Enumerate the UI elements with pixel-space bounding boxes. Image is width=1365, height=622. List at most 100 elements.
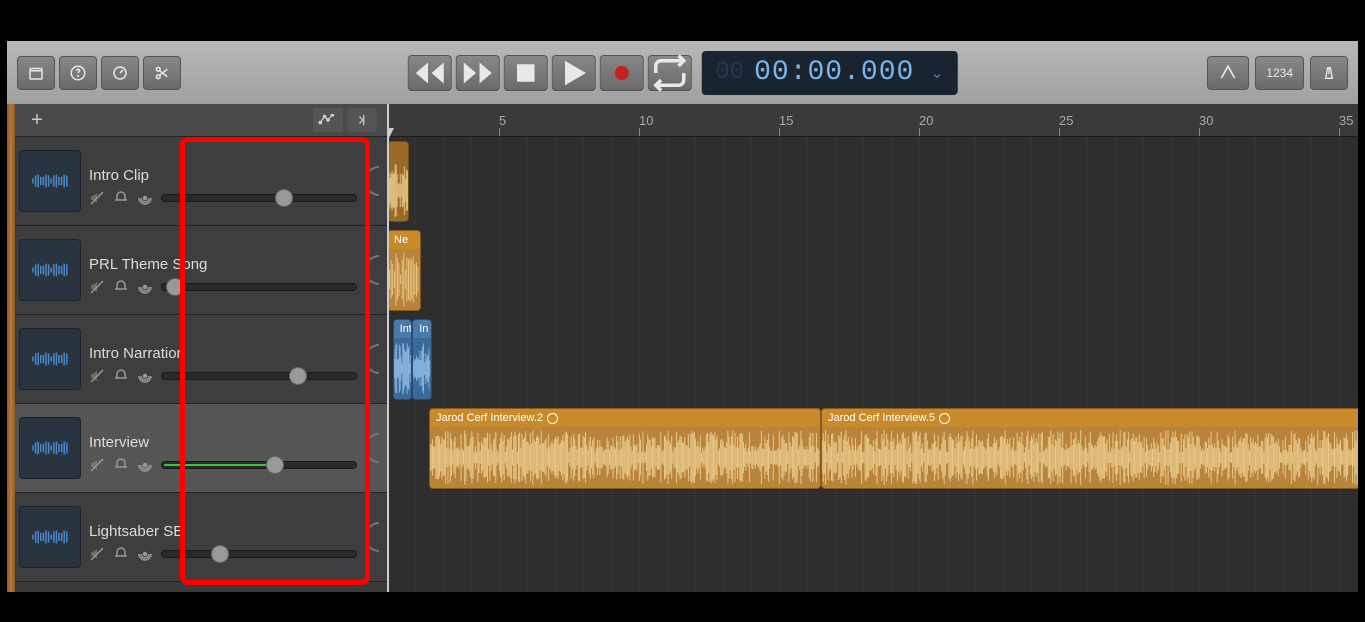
clip-label: In [413, 320, 431, 338]
lcd-time: 00:00.000 [754, 57, 914, 88]
audio-clip[interactable]: Jarod Cerf Interview.5 [821, 408, 1358, 489]
track-info: Intro Clip [89, 157, 357, 206]
mute-icon[interactable] [89, 457, 105, 473]
volume-slider[interactable] [161, 546, 357, 562]
audio-clip[interactable]: Jarod Cerf Interview.2 [429, 408, 821, 489]
ruler-tick: 35 [1339, 104, 1353, 136]
cycle-button[interactable] [647, 55, 691, 91]
catch-playhead-button[interactable] [347, 108, 377, 132]
pan-knob[interactable] [365, 255, 379, 285]
timeline-ruler[interactable]: 5101520253035 [387, 104, 1358, 137]
ruler-tick: 30 [1199, 104, 1213, 136]
lcd-dropdown-icon[interactable]: ⌄ [930, 63, 943, 83]
grid-line-minor [919, 137, 920, 592]
forward-button[interactable] [455, 55, 499, 91]
track-row[interactable]: PRL Theme Song [15, 226, 387, 315]
scissors-button[interactable] [143, 56, 181, 90]
grid-line-minor [471, 137, 472, 592]
ruler-tick: 10 [639, 104, 653, 136]
help-button[interactable] [59, 56, 97, 90]
mute-icon[interactable] [89, 190, 105, 206]
input-icon[interactable] [137, 457, 153, 473]
pan-knob[interactable] [365, 166, 379, 196]
track-row[interactable]: Intro Narration [15, 315, 387, 404]
mute-icon[interactable] [89, 279, 105, 295]
grid-line-minor [947, 137, 948, 592]
timeline-area[interactable]: 5101520253035 Ne Int In Jarod Cerf Inter… [387, 104, 1358, 592]
tuner-button[interactable] [101, 56, 139, 90]
audio-clip[interactable]: In [412, 319, 432, 400]
volume-slider[interactable] [161, 368, 357, 384]
track-row[interactable]: Interview [15, 404, 387, 493]
note-editor-button[interactable] [1207, 56, 1249, 90]
track-panel-header: + [15, 104, 387, 137]
main-workspace: + Intro Clip [7, 104, 1358, 592]
pan-knob[interactable] [365, 522, 379, 552]
solo-icon[interactable] [113, 546, 129, 562]
volume-slider[interactable] [161, 457, 357, 473]
pan-knob[interactable] [365, 433, 379, 463]
track-info: Intro Narration [89, 335, 357, 384]
rewind-button[interactable] [407, 55, 451, 91]
grid-line-minor [611, 137, 612, 592]
waveform [413, 338, 431, 399]
clip-label: Jarod Cerf Interview.5 [822, 409, 1358, 427]
metronome-button[interactable] [1310, 56, 1348, 90]
grid-line-minor [1311, 137, 1312, 592]
ruler-tick: 20 [919, 104, 933, 136]
track-name: Intro Narration [89, 345, 357, 362]
grid-line-minor [807, 137, 808, 592]
count-in-button[interactable]: 1234 [1255, 56, 1304, 90]
pan-knob[interactable] [365, 344, 379, 374]
track-info: Interview [89, 424, 357, 473]
grid-line-minor [1199, 137, 1200, 592]
input-icon[interactable] [137, 368, 153, 384]
record-button[interactable] [599, 55, 643, 91]
grid-line-minor [1255, 137, 1256, 592]
mute-icon[interactable] [89, 368, 105, 384]
grid-line-minor [975, 137, 976, 592]
solo-icon[interactable] [113, 368, 129, 384]
audio-clip[interactable]: Int [393, 319, 413, 400]
clip-label: Jarod Cerf Interview.2 [430, 409, 820, 427]
mute-icon[interactable] [89, 546, 105, 562]
grid-line-minor [1171, 137, 1172, 592]
grid-line-minor [1003, 137, 1004, 592]
transport-controls: 00 00:00.000 ⌄ [407, 51, 957, 95]
lcd-display[interactable]: 00 00:00.000 ⌄ [701, 51, 957, 95]
audio-clip[interactable]: Ne [387, 230, 421, 311]
stop-button[interactable] [503, 55, 547, 91]
waveform [822, 427, 1358, 488]
automation-toggle[interactable] [313, 108, 343, 132]
volume-slider[interactable] [161, 279, 357, 295]
volume-slider[interactable] [161, 190, 357, 206]
ruler-tick: 5 [499, 104, 506, 136]
loop-icon [939, 413, 950, 424]
grid-line-minor [639, 137, 640, 592]
solo-icon[interactable] [113, 457, 129, 473]
input-icon[interactable] [137, 279, 153, 295]
track-row[interactable]: Lightsaber SE [15, 493, 387, 582]
track-name: Interview [89, 434, 357, 451]
grid-line-minor [1087, 137, 1088, 592]
input-icon[interactable] [137, 190, 153, 206]
grid-line-minor [1227, 137, 1228, 592]
solo-icon[interactable] [113, 279, 129, 295]
audio-clip[interactable] [387, 141, 409, 222]
track-icon [19, 150, 81, 212]
toolbar: 00 00:00.000 ⌄ 1234 [7, 41, 1358, 104]
input-icon[interactable] [137, 546, 153, 562]
playhead[interactable] [387, 104, 389, 592]
track-row[interactable]: Intro Clip [15, 137, 387, 226]
grid-line-minor [1339, 137, 1340, 592]
grid-line-minor [891, 137, 892, 592]
library-button[interactable] [17, 56, 55, 90]
solo-icon[interactable] [113, 190, 129, 206]
add-track-button[interactable]: + [25, 108, 49, 132]
play-button[interactable] [551, 55, 595, 91]
grid-line-minor [499, 137, 500, 592]
track-icon [19, 417, 81, 479]
grid-line-minor [443, 137, 444, 592]
ruler-tick: 25 [1059, 104, 1073, 136]
track-info: Lightsaber SE [89, 513, 357, 562]
